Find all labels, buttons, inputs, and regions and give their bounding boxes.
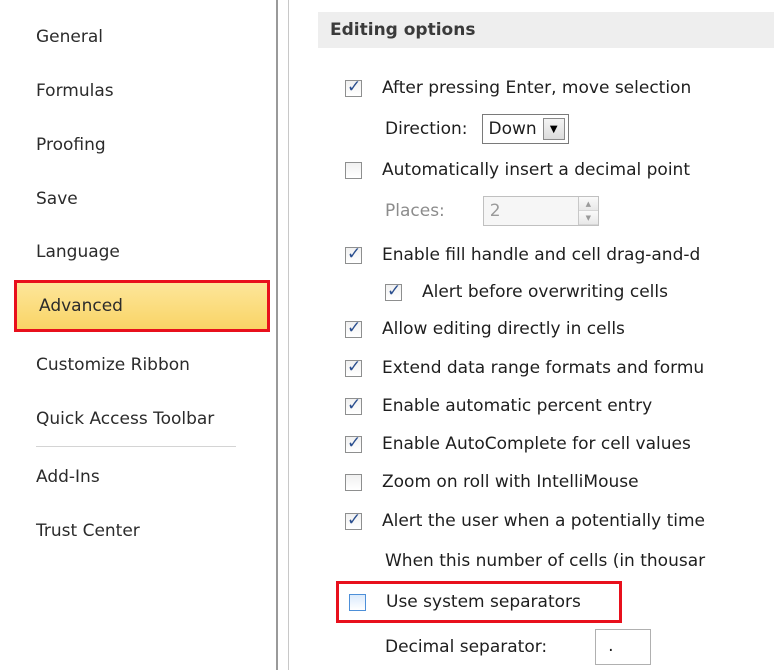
direction-value: Down: [488, 119, 537, 139]
option-label: Zoom on roll with IntelliMouse: [382, 472, 639, 492]
option-label: Automatically insert a decimal point: [382, 160, 690, 180]
option-label: Alert before overwriting cells: [422, 282, 668, 302]
option-edit-in-cells[interactable]: Allow editing directly in cells: [345, 314, 625, 344]
extend-formats-checkbox[interactable]: [345, 357, 362, 377]
sidebar-divider: [276, 0, 278, 670]
auto-percent-checkbox[interactable]: [345, 395, 362, 415]
alert-time-checkbox[interactable]: [345, 510, 362, 530]
sidebar-item-advanced[interactable]: Advanced: [14, 280, 270, 332]
sidebar-item-label: Advanced: [39, 296, 123, 316]
edit-in-cells-checkbox[interactable]: [345, 318, 362, 338]
option-label: Allow editing directly in cells: [382, 319, 625, 339]
spinner-buttons: ▲ ▼: [577, 197, 598, 225]
option-places: Places: 2 ▲ ▼: [385, 196, 599, 226]
sidebar-separator: [36, 446, 236, 447]
option-after-enter[interactable]: After pressing Enter, move selection: [345, 73, 691, 103]
options-sidebar: General Formulas Proofing Save Language …: [0, 0, 276, 670]
auto-decimal-checkbox[interactable]: [345, 161, 362, 179]
places-label: Places:: [385, 201, 445, 221]
after-enter-checkbox[interactable]: [345, 77, 362, 97]
option-zoom-roll[interactable]: Zoom on roll with IntelliMouse: [345, 467, 639, 497]
sidebar-item-label: Trust Center: [36, 521, 140, 541]
sidebar-item-label: Customize Ribbon: [36, 355, 190, 375]
section-title: Editing options: [330, 20, 476, 40]
option-alert-overwrite[interactable]: Alert before overwriting cells: [385, 277, 668, 307]
places-value: 2: [489, 201, 501, 221]
option-decimal-separator: Decimal separator: .: [385, 628, 652, 666]
sidebar-item-general[interactable]: General: [0, 15, 276, 59]
sidebar-item-save[interactable]: Save: [0, 177, 276, 221]
spin-up-icon[interactable]: ▲: [578, 197, 598, 211]
option-label: Enable automatic percent entry: [382, 396, 653, 416]
places-spinner[interactable]: 2 ▲ ▼: [482, 196, 599, 226]
option-autocomplete[interactable]: Enable AutoComplete for cell values: [345, 429, 691, 459]
sidebar-item-label: Save: [36, 189, 78, 209]
panel-border: [288, 0, 289, 670]
option-label: After pressing Enter, move selection: [382, 78, 692, 98]
highlight-annotation: [336, 581, 622, 623]
direction-select[interactable]: Down ▼: [481, 114, 569, 144]
sidebar-item-label: Quick Access Toolbar: [36, 409, 215, 429]
sidebar-item-quick-access-toolbar[interactable]: Quick Access Toolbar: [0, 397, 276, 441]
sidebar-item-language[interactable]: Language: [0, 230, 276, 274]
sidebar-item-customize-ribbon[interactable]: Customize Ribbon: [0, 343, 276, 387]
option-label: Extend data range formats and formu: [382, 358, 705, 378]
sidebar-item-label: Add-Ins: [36, 467, 100, 487]
sidebar-item-formulas[interactable]: Formulas: [0, 69, 276, 113]
spin-down-icon[interactable]: ▼: [578, 211, 598, 225]
option-auto-decimal[interactable]: Automatically insert a decimal point: [345, 155, 690, 185]
option-direction: Direction: Down ▼: [385, 114, 569, 144]
sidebar-item-trust-center[interactable]: Trust Center: [0, 509, 276, 553]
option-fill-handle[interactable]: Enable fill handle and cell drag-and-d: [345, 240, 700, 270]
sidebar-item-add-ins[interactable]: Add-Ins: [0, 455, 276, 499]
option-label: Alert the user when a potentially time: [382, 511, 706, 531]
fill-handle-checkbox[interactable]: [345, 244, 362, 264]
sidebar-item-label: General: [36, 27, 103, 47]
option-label: Enable fill handle and cell drag-and-d: [382, 245, 701, 265]
option-extend-formats[interactable]: Extend data range formats and formu: [345, 353, 704, 383]
alert-overwrite-checkbox[interactable]: [385, 281, 402, 301]
chevron-down-icon[interactable]: ▼: [542, 118, 565, 140]
sidebar-item-label: Proofing: [36, 135, 106, 155]
decimal-separator-input[interactable]: .: [595, 629, 652, 665]
decimal-separator-label: Decimal separator:: [385, 637, 548, 657]
zoom-roll-checkbox[interactable]: [345, 473, 362, 491]
option-alert-time[interactable]: Alert the user when a potentially time: [345, 506, 705, 536]
option-cells-thousands: When this number of cells (in thousar: [385, 546, 705, 576]
cells-thousands-label: When this number of cells (in thousar: [385, 551, 706, 571]
direction-label: Direction:: [385, 119, 468, 139]
sidebar-item-label: Formulas: [36, 81, 114, 101]
option-auto-percent[interactable]: Enable automatic percent entry: [345, 391, 652, 421]
sidebar-item-proofing[interactable]: Proofing: [0, 123, 276, 167]
section-header-editing-options: Editing options: [318, 12, 774, 48]
option-label: Enable AutoComplete for cell values: [382, 434, 691, 454]
sidebar-item-label: Language: [36, 242, 120, 262]
autocomplete-checkbox[interactable]: [345, 433, 362, 453]
